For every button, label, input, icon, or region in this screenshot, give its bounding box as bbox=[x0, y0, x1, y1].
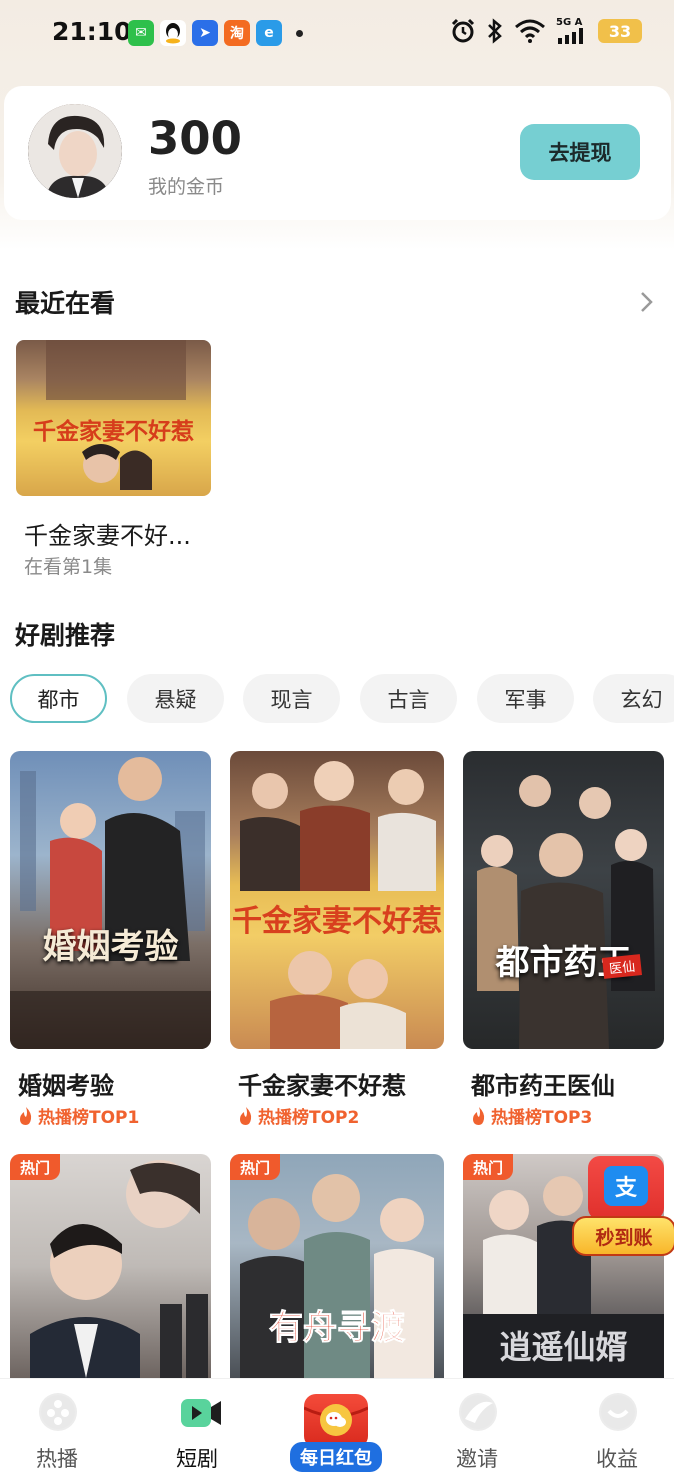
category-tab-junshi[interactable]: 军事 bbox=[477, 674, 574, 723]
drama-title[interactable]: 婚姻考验 bbox=[18, 1066, 114, 1101]
recent-section-title: 最近在看 bbox=[15, 289, 116, 318]
bluetooth-icon bbox=[488, 18, 502, 44]
poster-tag: 医仙 bbox=[602, 954, 643, 979]
earnings-icon bbox=[599, 1393, 637, 1431]
browser-app-icon: e bbox=[256, 20, 282, 46]
nav-label: 邀请 bbox=[456, 1447, 498, 1471]
drama-rank-text: 热播榜TOP2 bbox=[258, 1108, 360, 1128]
video-camera-icon bbox=[179, 1393, 221, 1431]
nav-item-invite[interactable]: 邀请 bbox=[422, 1379, 532, 1479]
nav-label: 热播 bbox=[36, 1447, 78, 1471]
nav-item-short-drama[interactable]: 短剧 bbox=[142, 1379, 252, 1479]
signal-icon: 5G A bbox=[556, 18, 588, 44]
status-notification-icons: ✉ ➤ 淘 e bbox=[128, 20, 303, 46]
alipay-icon: 支 bbox=[604, 1166, 648, 1206]
alarm-icon bbox=[451, 18, 475, 43]
status-time: 21:10 bbox=[52, 17, 132, 46]
drama-poster[interactable]: 婚姻考验 bbox=[10, 751, 211, 1049]
category-tabs: 都市 悬疑 现言 古言 军事 玄幻 bbox=[10, 674, 674, 724]
chevron-right-icon[interactable] bbox=[636, 290, 656, 314]
daily-red-packet-button[interactable]: 每日红包 bbox=[290, 1394, 382, 1474]
category-tab-xuanhuan[interactable]: 玄幻 bbox=[593, 674, 674, 723]
poster-title-text: 逍遥仙婿 bbox=[499, 1328, 628, 1366]
recommend-section-title: 好剧推荐 bbox=[15, 621, 116, 650]
hot-badge: 热门 bbox=[10, 1154, 60, 1180]
status-system-icons: 5G A 33 bbox=[450, 18, 642, 44]
drama-rank-badge: 热播榜TOP3 bbox=[471, 1103, 592, 1128]
avatar[interactable] bbox=[28, 104, 122, 198]
poster-title-text: 婚姻考验 bbox=[42, 927, 179, 967]
drama-title[interactable]: 都市药王医仙 bbox=[471, 1066, 615, 1101]
recent-drama-poster[interactable]: 千金家妻不好惹 bbox=[16, 340, 211, 496]
category-tab-xuanyi[interactable]: 悬疑 bbox=[127, 674, 224, 723]
status-bar: 21:10 ✉ ➤ 淘 e 5G A 33 bbox=[0, 0, 674, 68]
instant-arrival-tag[interactable]: 秒到账 bbox=[572, 1216, 674, 1256]
category-tab-xianyan[interactable]: 现言 bbox=[243, 674, 340, 723]
nav-label: 收益 bbox=[596, 1447, 638, 1471]
recent-drama-progress: 在看第1集 bbox=[24, 556, 113, 578]
coin-balance: 300 bbox=[148, 112, 242, 165]
alipay-promo-badge[interactable]: 支 bbox=[588, 1156, 664, 1220]
network-type-label: 5G A bbox=[556, 17, 583, 28]
poster-title-text: 有舟寻渡 bbox=[269, 1308, 406, 1349]
fire-icon bbox=[240, 1106, 252, 1125]
category-tab-guyan[interactable]: 古言 bbox=[360, 674, 457, 723]
drama-rank-text: 热播榜TOP1 bbox=[38, 1108, 140, 1128]
qq-icon bbox=[160, 20, 186, 46]
drama-rank-badge: 热播榜TOP1 bbox=[18, 1103, 139, 1128]
paper-plane-app-icon: ➤ bbox=[192, 20, 218, 46]
drama-poster[interactable]: 热门 bbox=[10, 1154, 211, 1378]
coin-balance-label: 我的金币 bbox=[148, 176, 225, 198]
hot-badge: 热门 bbox=[463, 1154, 513, 1180]
fire-icon bbox=[20, 1106, 32, 1125]
withdraw-button[interactable]: 去提现 bbox=[520, 124, 640, 180]
hot-badge: 热门 bbox=[230, 1154, 280, 1180]
drama-rank-badge: 热播榜TOP2 bbox=[238, 1103, 359, 1128]
poster-title-text: 千金家妻不好惹 bbox=[232, 904, 442, 939]
drama-poster[interactable]: 都市药王 医仙 bbox=[463, 751, 664, 1049]
nav-label: 每日红包 bbox=[290, 1442, 382, 1472]
category-tab-dushi[interactable]: 都市 bbox=[10, 674, 107, 723]
fire-icon bbox=[473, 1106, 485, 1125]
drama-poster[interactable]: 千金家妻不好惹 bbox=[230, 751, 444, 1049]
more-notifications-dot bbox=[296, 29, 303, 37]
invite-icon bbox=[459, 1393, 497, 1431]
recent-poster-title: 千金家妻不好惹 bbox=[33, 418, 194, 445]
drama-title[interactable]: 千金家妻不好惹 bbox=[238, 1066, 406, 1101]
drama-rank-text: 热播榜TOP3 bbox=[491, 1108, 593, 1128]
coin-card: 300 我的金币 去提现 bbox=[4, 86, 671, 220]
film-reel-icon bbox=[39, 1393, 77, 1431]
wechat-icon bbox=[320, 1404, 352, 1436]
nav-label: 短剧 bbox=[176, 1447, 218, 1471]
wifi-icon bbox=[515, 19, 545, 43]
battery-indicator: 33 bbox=[598, 19, 642, 43]
drama-poster[interactable]: 热门 有舟寻渡 bbox=[230, 1154, 444, 1378]
nav-item-earnings[interactable]: 收益 bbox=[562, 1379, 672, 1479]
recent-drama-title[interactable]: 千金家妻不好... bbox=[24, 516, 191, 551]
taobao-icon: 淘 bbox=[224, 20, 250, 46]
wechat-icon: ✉ bbox=[128, 20, 154, 46]
nav-item-hot[interactable]: 热播 bbox=[2, 1379, 112, 1479]
